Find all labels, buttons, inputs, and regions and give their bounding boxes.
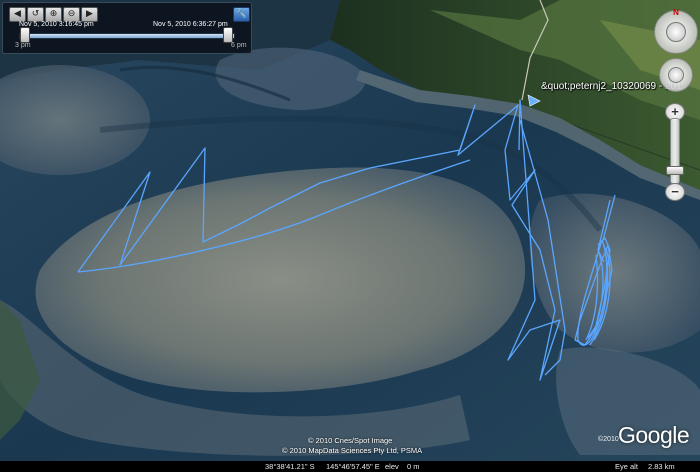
time-start-label: Nov 5, 2010 3:16:45 pm bbox=[19, 21, 94, 28]
google-logo: Google bbox=[618, 422, 690, 448]
data-copyright: © 2010 MapData Sciences Pty Ltd, PSMA bbox=[282, 446, 423, 455]
time-slider-panel: ◀ ↺ ⊕ ⊖ ▶ 🔧 Nov 5, 2010 3:16:45 pm Nov 5… bbox=[2, 2, 252, 54]
clock-settings-icon[interactable]: ↺ bbox=[27, 7, 44, 22]
google-copyright: ©2010 bbox=[598, 436, 619, 443]
longitude-readout: 145°46'57.45" E bbox=[326, 462, 380, 471]
elevation-value: 0 m bbox=[407, 462, 420, 471]
status-bar: 38°38'41.21" S 145°46'57.45" E elev 0 m … bbox=[0, 461, 700, 472]
next-step-icon[interactable]: ▶ bbox=[81, 7, 98, 22]
zoom-in-time-icon[interactable]: ⊕ bbox=[45, 7, 62, 22]
wrench-icon[interactable]: 🔧 bbox=[233, 7, 250, 22]
zoom-slider-knob[interactable] bbox=[666, 166, 684, 175]
imagery-copyright: © 2010 Cnes/Spot Image bbox=[308, 436, 393, 445]
tick-start-label: 3 pm bbox=[15, 42, 31, 49]
prev-step-icon[interactable]: ◀ bbox=[9, 7, 26, 22]
zoom-out-time-icon[interactable]: ⊖ bbox=[63, 7, 80, 22]
time-slider-end-knob[interactable] bbox=[223, 27, 233, 43]
zoom-out-button[interactable]: − bbox=[665, 183, 685, 201]
satellite-map[interactable] bbox=[0, 0, 700, 472]
north-indicator: N bbox=[673, 8, 679, 17]
hand-icon[interactable] bbox=[668, 67, 684, 83]
latitude-readout: 38°38'41.21" S bbox=[265, 462, 315, 471]
time-slider-start-knob[interactable] bbox=[20, 27, 30, 43]
time-end-label: Nov 5, 2010 6:36:27 pm bbox=[153, 21, 228, 28]
elevation-label: elev bbox=[385, 462, 399, 471]
eye-alt-value: 2.83 km bbox=[648, 462, 675, 471]
tick-end-label: 6 pm bbox=[231, 42, 247, 49]
time-slider-track[interactable] bbox=[19, 33, 235, 39]
eye-alt-label: Eye alt bbox=[615, 462, 638, 471]
eye-icon[interactable] bbox=[666, 22, 686, 42]
